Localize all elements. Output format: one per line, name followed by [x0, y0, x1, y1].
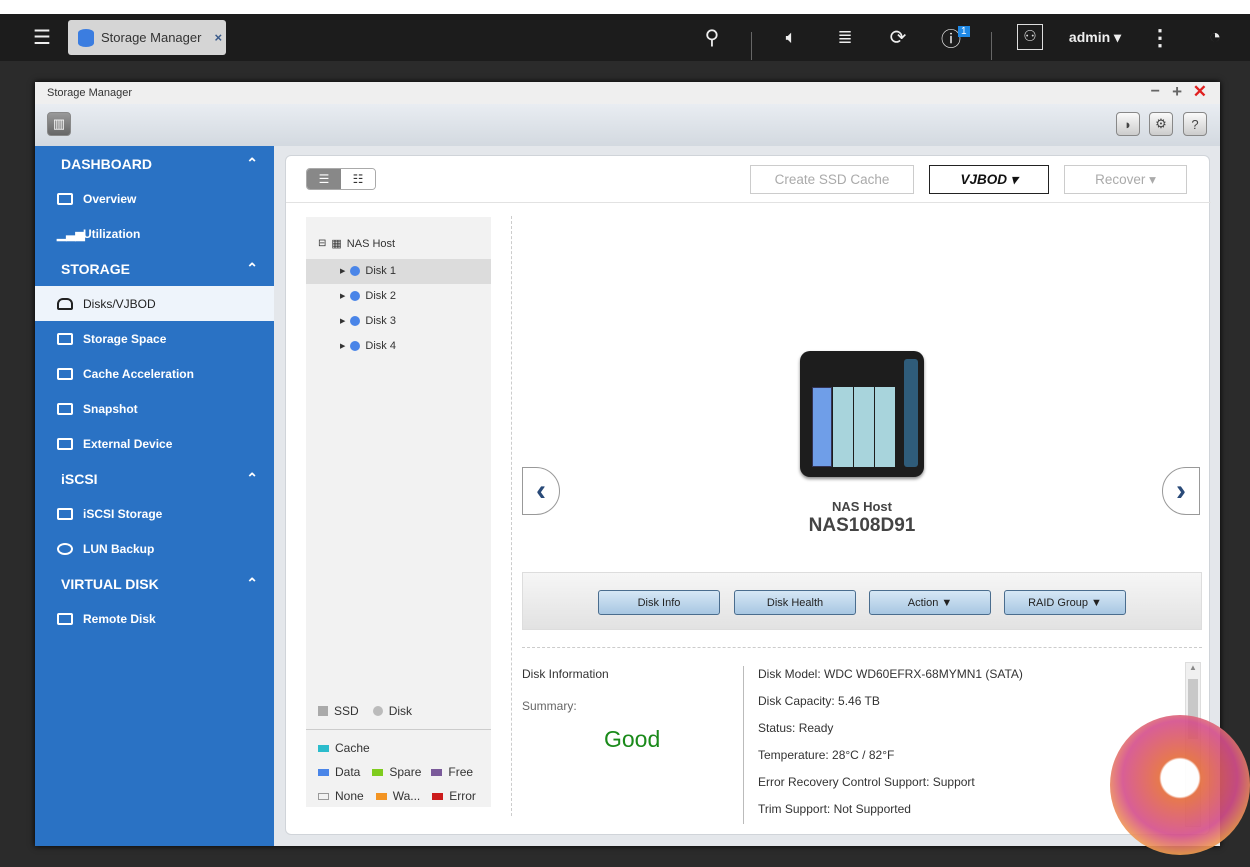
previous-arrow-button[interactable]: ‹	[522, 467, 560, 515]
database-icon	[78, 28, 94, 47]
collapse-icon: ⌃	[246, 470, 258, 486]
summary-value: Good	[604, 726, 661, 752]
external-device-icon	[57, 437, 73, 450]
cache-icon	[57, 367, 73, 380]
disk-info-heading: Disk Information	[522, 667, 609, 681]
close-tab-icon[interactable]: ×	[214, 30, 222, 45]
view-toggle: ☰ ☷	[306, 168, 376, 190]
minimize-icon[interactable]: −	[1151, 83, 1160, 101]
next-arrow-button[interactable]: ›	[1162, 467, 1200, 515]
help-icon[interactable]: ?	[1183, 112, 1207, 136]
sidebar-item-disks-vjbod[interactable]: Disks/VJBOD	[35, 286, 274, 321]
window-toolbar: ▥ ◗ ⚙ ?	[35, 104, 1220, 146]
tasks-icon[interactable]: ≣	[832, 14, 858, 61]
sidebar-item-remote-disk[interactable]: Remote Disk	[35, 601, 274, 636]
storage-manager-window: Storage Manager − + ✕ ▥ ◗ ⚙ ? DASHBOARD ⌃…	[35, 82, 1220, 846]
iscsi-icon	[57, 507, 73, 520]
nas-icon: ▦	[331, 238, 342, 250]
tree-disk-1[interactable]: ▶ Disk 1	[340, 265, 396, 277]
collapse-icon: ⌃	[246, 155, 258, 171]
error-recovery-support: Error Recovery Control Support: Support	[758, 775, 975, 789]
top-strip	[0, 0, 1250, 14]
device-label: NAS Host	[832, 499, 892, 514]
legend-row-3: None Wa... Error	[318, 789, 476, 803]
sidebar-item-lun-backup[interactable]: LUN Backup	[35, 531, 274, 566]
taskbar: ☰ Storage Manager × ⚲ 🔈︎ ≣ ⟳ ⓘ 1 ⚇ admin…	[0, 14, 1250, 61]
vjbod-button[interactable]: VJBOD ▾	[929, 165, 1049, 194]
sidebar-item-iscsi-storage[interactable]: iSCSI Storage	[35, 496, 274, 531]
section-iscsi[interactable]: iSCSI ⌃	[35, 461, 274, 496]
collapse-icon: ⌃	[246, 575, 258, 591]
section-storage[interactable]: STORAGE ⌃	[35, 251, 274, 286]
tree-disk-2[interactable]: ▶ Disk 2	[340, 290, 396, 302]
storage-space-icon	[57, 332, 73, 345]
legend-cache: Cache	[318, 741, 370, 755]
create-ssd-cache-button[interactable]: Create SSD Cache	[750, 165, 914, 194]
sidebar-item-storage-space[interactable]: Storage Space	[35, 321, 274, 356]
settings-gear-icon[interactable]: ⚙	[1149, 112, 1173, 136]
disk-status: Status: Ready	[758, 721, 834, 735]
legend-ssd: SSD Disk	[318, 704, 412, 718]
tree-root-nas-host[interactable]: ⊟ ▦ NAS Host	[318, 237, 395, 251]
disk-model: Disk Model: WDC WD60EFRX-68MYMN1 (SATA)	[758, 667, 1023, 681]
trim-support: Trim Support: Not Supported	[758, 802, 911, 816]
action-dropdown-button[interactable]: Action ▼	[869, 590, 991, 615]
main-panel: ☰ ☷ Create SSD Cache VJBOD ▾ Recover ▾ ⊟…	[285, 155, 1211, 835]
sidebar: DASHBOARD ⌃ Overview ▁▃▅ Utilization STORA…	[35, 146, 274, 846]
nas-device-image	[800, 351, 924, 477]
volume-icon[interactable]: 🔈︎	[776, 14, 806, 61]
sidebar-item-external-device[interactable]: External Device	[35, 426, 274, 461]
disk-dot-icon	[350, 316, 361, 326]
disk-info-button[interactable]: Disk Info	[598, 590, 720, 615]
recover-button[interactable]: Recover ▾	[1064, 165, 1187, 194]
sidebar-item-snapshot[interactable]: Snapshot	[35, 391, 274, 426]
window-titlebar: Storage Manager − + ✕	[35, 82, 1220, 104]
app-tab-label: Storage Manager	[101, 30, 202, 45]
more-options-icon[interactable]: ⋮	[1149, 14, 1171, 61]
watermark-logo	[1110, 715, 1250, 855]
disk-dot-icon	[350, 266, 361, 276]
lun-backup-icon	[57, 542, 73, 555]
info-icon[interactable]: ⓘ	[938, 14, 964, 61]
window-title: Storage Manager	[47, 87, 132, 99]
layout-toggle-icon[interactable]: ▥	[47, 112, 71, 136]
sidebar-item-utilization[interactable]: ▁▃▅ Utilization	[35, 216, 274, 251]
legend-row-2: Data Spare Free	[318, 765, 473, 779]
user-menu[interactable]: admin ▾	[1064, 14, 1126, 61]
collapse-box-icon: ⊟	[318, 238, 327, 249]
device-name: NAS108D91	[808, 515, 916, 536]
section-virtual-disk[interactable]: VIRTUAL DISK ⌃	[35, 566, 274, 601]
grid-view-icon[interactable]: ☰	[307, 169, 341, 189]
disk-capacity: Disk Capacity: 5.46 TB	[758, 694, 880, 708]
device-tree: ⊟ ▦ NAS Host ▶ Disk 1 ▶ Disk 2 ▶ Disk 3 ▶ Disk…	[306, 217, 491, 807]
snapshot-tool-icon[interactable]: ◗	[1116, 112, 1140, 136]
maximize-icon[interactable]: +	[1172, 82, 1182, 102]
notification-badge: 1	[958, 26, 970, 37]
dashboard-gauge-icon[interactable]: ◔	[1200, 14, 1230, 61]
app-tab-storage-manager[interactable]: Storage Manager ×	[68, 20, 226, 55]
overview-icon	[57, 192, 73, 205]
summary-label: Summary:	[522, 699, 577, 713]
search-icon[interactable]: ⚲	[698, 14, 726, 61]
menu-icon[interactable]: ☰	[28, 14, 56, 61]
disk-icon	[57, 297, 73, 310]
remote-disk-icon	[57, 612, 73, 625]
raid-group-dropdown-button[interactable]: RAID Group ▼	[1004, 590, 1126, 615]
collapse-icon: ⌃	[246, 260, 258, 276]
section-dashboard[interactable]: DASHBOARD ⌃	[35, 146, 274, 181]
sidebar-item-overview[interactable]: Overview	[35, 181, 274, 216]
tree-disk-4[interactable]: ▶ Disk 4	[340, 340, 396, 352]
tree-disk-3[interactable]: ▶ Disk 3	[340, 315, 396, 327]
sidebar-item-cache-acceleration[interactable]: Cache Acceleration	[35, 356, 274, 391]
disk-temperature: Temperature: 28°C / 82°F	[758, 748, 895, 762]
disk-dot-icon	[350, 291, 361, 301]
sync-icon[interactable]: ⟳	[885, 14, 911, 61]
close-icon[interactable]: ✕	[1193, 82, 1207, 102]
chart-icon: ▁▃▅	[57, 226, 85, 241]
disk-health-button[interactable]: Disk Health	[734, 590, 856, 615]
list-view-icon[interactable]: ☷	[341, 169, 375, 189]
disk-dot-icon	[350, 341, 361, 351]
snapshot-icon	[57, 402, 73, 415]
user-icon[interactable]: ⚇	[1017, 24, 1043, 50]
